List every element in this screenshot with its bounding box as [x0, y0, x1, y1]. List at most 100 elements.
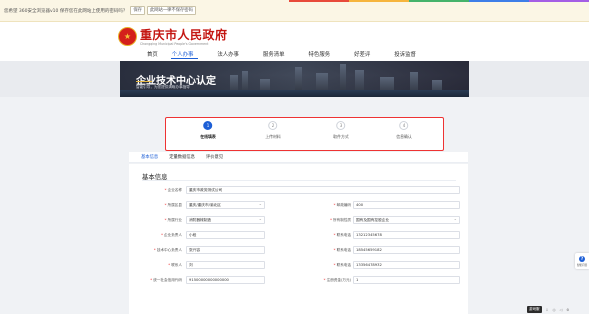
accent-segment — [349, 0, 409, 2]
field-label-text: 技术中心负责人 — [156, 248, 182, 252]
game-mode-button[interactable]: 游戏服 — [527, 306, 542, 313]
field-label: * 联系电话 — [276, 263, 351, 268]
contact-person-input[interactable]: 刘 — [186, 261, 265, 269]
password-save-bar: 您希望 360安全浏览器v10 保存您在此网站上使用的密码吗？ 保存 此网站一律… — [0, 0, 589, 22]
nav-active-underline — [170, 58, 198, 59]
step-label: 信息确认 — [396, 134, 412, 139]
form-row: * 统一社会信用代码 91500000000000000 * 注册资金(万元) … — [129, 276, 468, 285]
accent-segment — [529, 0, 589, 2]
field-label: * 邮政编码 — [276, 203, 351, 208]
save-password-button[interactable]: 保存 — [130, 6, 145, 15]
never-save-password-button[interactable]: 此网站一律不保存密码 — [146, 6, 196, 15]
nav-item-complaint[interactable]: 投诉监督 — [394, 50, 416, 58]
field-label-text: 企业负责人 — [164, 233, 182, 237]
credit-code-input[interactable]: 91500000000000000 — [186, 276, 265, 284]
phone-input[interactable]: 13212345678 — [353, 231, 460, 239]
field-label-text: 注册资金(万元) — [326, 278, 351, 282]
banner-side-right — [469, 61, 589, 97]
nav-item-personal[interactable]: 个人办事 — [170, 50, 198, 59]
speaker-icon[interactable]: ◁ — [560, 308, 563, 312]
step-confirm-info[interactable]: 4 信息确认 — [396, 121, 412, 140]
national-emblem-icon: ★ — [118, 26, 137, 46]
accent-segment — [469, 0, 529, 2]
step-label: 在线填表 — [200, 134, 216, 139]
browser-status-toolbar: 游戏服 ⇩ ◎ ◁ ⚙ — [527, 306, 573, 313]
nav-item-rating[interactable]: 好差评 — [354, 50, 370, 58]
accent-segment — [289, 0, 349, 2]
form-row: * 企业负责人 小段 * 联系电话 13212345678 — [129, 231, 468, 240]
form-row: * 联系人 刘 * 联系电话 13356478932 — [129, 261, 468, 270]
company-name-input[interactable]: 重庆市政务测试公司 — [186, 186, 460, 194]
field-label-text: 所属行业 — [167, 218, 182, 222]
download-icon[interactable]: ⇩ — [546, 308, 549, 312]
tab-quantitative-data[interactable]: 定量数据信息 — [169, 154, 195, 160]
industry-select[interactable]: 消防器械制造 — [186, 216, 265, 224]
banner-side-left — [0, 61, 120, 97]
basic-info-card: 基本信息 * 企业名称 重庆市政务测试公司 * 所属区县 重庆/重庆市/渝北区 … — [129, 164, 468, 314]
page-banner: 企业技术中心认定 智能引导，为您提供清晰办事指导 — [120, 61, 469, 97]
field-label-text: 联系电话 — [336, 263, 351, 267]
field-label-text: 所属区县 — [167, 203, 182, 207]
step-pickup-method[interactable]: 3 取件方式 — [333, 121, 349, 140]
nav-item-legal-person[interactable]: 法人办事 — [217, 50, 239, 58]
field-label-text: 联系电话 — [336, 233, 351, 237]
field-label: * 统一社会信用代码 — [135, 278, 182, 283]
postal-code-input[interactable]: 400 — [353, 201, 460, 209]
nav-item-home[interactable]: 首页 — [147, 50, 158, 58]
step-fill-form[interactable]: 1 在线填表 — [200, 121, 216, 140]
nav-item-featured[interactable]: 特色服务 — [309, 50, 331, 58]
field-label-text: 统一社会信用代码 — [153, 278, 182, 282]
step-progress: 1 在线填表 2 上传材料 3 取件方式 4 信息确认 — [165, 117, 444, 243]
phone-input[interactable]: 18545659182 — [353, 246, 460, 254]
question-icon: ? — [579, 255, 585, 262]
form-row: * 技术中心负责人 张兴容 * 联系电话 18545659182 — [129, 246, 468, 255]
nav-item-service-list[interactable]: 服务清单 — [263, 50, 285, 58]
field-label: * 联系人 — [142, 263, 182, 268]
tab-evaluation[interactable]: 评价意见 — [206, 154, 223, 160]
form-row: * 所属行业 消防器械制造 * 所有制性质 国有及国有控股企业 — [129, 216, 468, 225]
banner-river — [120, 90, 469, 97]
step-number: 1 — [203, 121, 213, 130]
step-upload-materials[interactable]: 2 上传材料 — [265, 121, 281, 140]
headset-icon[interactable]: ◎ — [552, 308, 555, 312]
field-label-text: 企业名称 — [167, 188, 182, 192]
banner-subtitle: 智能引导，为您提供清晰办事指导 — [136, 85, 190, 89]
site-logo[interactable]: ★ 重庆市人民政府 Chongqing Municipal People's G… — [118, 26, 228, 46]
ownership-select[interactable]: 国有及国有控股企业 — [353, 216, 460, 224]
field-label: * 联系电话 — [276, 233, 351, 238]
tech-center-head-input[interactable]: 张兴容 — [186, 246, 265, 254]
accent-segment — [409, 0, 469, 2]
field-label: * 企业名称 — [142, 188, 182, 193]
district-select[interactable]: 重庆/重庆市/渝北区 — [186, 201, 265, 209]
field-label-text: 邮政编码 — [336, 203, 351, 207]
password-save-message: 您希望 360安全浏览器v10 保存您在此网站上使用的密码吗？ — [4, 8, 128, 14]
step-number: 4 — [399, 121, 409, 130]
company-head-input[interactable]: 小段 — [186, 231, 265, 239]
field-label: * 所有制性质 — [276, 218, 351, 223]
section-divider — [142, 180, 456, 181]
settings-icon[interactable]: ⚙ — [566, 308, 569, 312]
field-label: * 注册资金(万元) — [276, 278, 351, 283]
field-label-text: 所有制性质 — [333, 218, 351, 222]
page: 您希望 360安全浏览器v10 保存您在此网站上使用的密码吗？ 保存 此网站一律… — [0, 0, 589, 314]
step-number: 3 — [336, 121, 346, 130]
tab-basic-info[interactable]: 基本信息 — [141, 154, 158, 160]
field-label: * 联系电话 — [276, 248, 351, 253]
field-label-text: 联系人 — [171, 263, 182, 267]
smart-qa-float-button[interactable]: ? 智能问答 — [575, 253, 589, 269]
registered-capital-input[interactable]: 1 — [353, 276, 460, 284]
step-label: 取件方式 — [333, 134, 349, 139]
site-name: 重庆市人民政府 — [140, 28, 228, 42]
form-row: * 所属区县 重庆/重庆市/渝北区 * 邮政编码 400 — [129, 201, 468, 210]
float-label: 智能问答 — [576, 263, 588, 267]
phone-input[interactable]: 13356478932 — [353, 261, 460, 269]
browser-accent-strip — [289, 0, 589, 2]
step-label: 上传材料 — [265, 134, 281, 139]
field-label: * 技术中心负责人 — [142, 248, 182, 253]
main-nav: 首页 个人办事 法人办事 服务清单 特色服务 好差评 投诉监督 — [147, 50, 416, 59]
step-number: 2 — [268, 121, 278, 130]
field-label: * 所属区县 — [142, 203, 182, 208]
banner-title-rule — [136, 81, 152, 82]
field-label-text: 联系电话 — [336, 248, 351, 252]
form-tabs: 基本信息 定量数据信息 评价意见 — [129, 152, 468, 163]
